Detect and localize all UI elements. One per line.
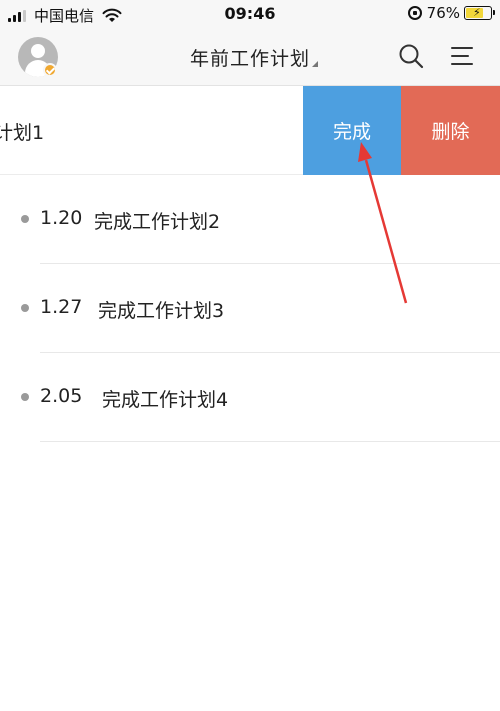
charging-bolt-icon: ⚡	[473, 6, 481, 19]
task-text: 完成工作计划4	[102, 389, 229, 411]
status-right: 76% ⚡	[407, 4, 495, 22]
complete-button[interactable]: 完成	[303, 86, 401, 175]
rotation-lock-icon	[407, 6, 422, 20]
status-left: 中国电信	[8, 5, 122, 26]
carrier-name: 中国电信	[34, 7, 95, 25]
battery-percent: 76%	[426, 4, 460, 22]
battery-icon: ⚡	[464, 6, 495, 20]
task-text: 完成工作计划3	[98, 300, 225, 322]
title-dropdown-icon[interactable]	[312, 61, 318, 67]
task-date: 1.27	[40, 296, 83, 318]
wifi-icon	[102, 8, 122, 22]
bullet-icon	[21, 393, 29, 401]
list-item-swiped[interactable]: 计划1 完成 删除	[0, 86, 500, 175]
app-screen: 中国电信 09:46 76% ⚡ 年前工作计划 计划1 完成 删除 1.20 完…	[0, 0, 500, 711]
task-text: 完成工作计划2	[94, 211, 221, 233]
menu-icon[interactable]	[449, 43, 475, 69]
task-date: 1.20	[40, 207, 83, 229]
status-bar: 中国电信 09:46 76% ⚡	[0, 0, 500, 28]
page-title[interactable]: 年前工作计划	[0, 44, 500, 71]
list-item[interactable]: 1.27 完成工作计划3	[0, 264, 500, 353]
bullet-icon	[21, 304, 29, 312]
divider	[40, 441, 500, 442]
cellular-signal-icon	[8, 9, 28, 22]
task-date: 2.05	[40, 385, 83, 407]
list-item[interactable]: 2.05 完成工作计划4	[0, 353, 500, 442]
task-label: 计划1	[0, 122, 45, 144]
nav-header: 年前工作计划	[0, 28, 500, 86]
list-item[interactable]: 1.20 完成工作计划2	[0, 175, 500, 264]
bullet-icon	[21, 215, 29, 223]
search-icon[interactable]	[398, 43, 424, 69]
delete-button[interactable]: 删除	[401, 86, 500, 175]
